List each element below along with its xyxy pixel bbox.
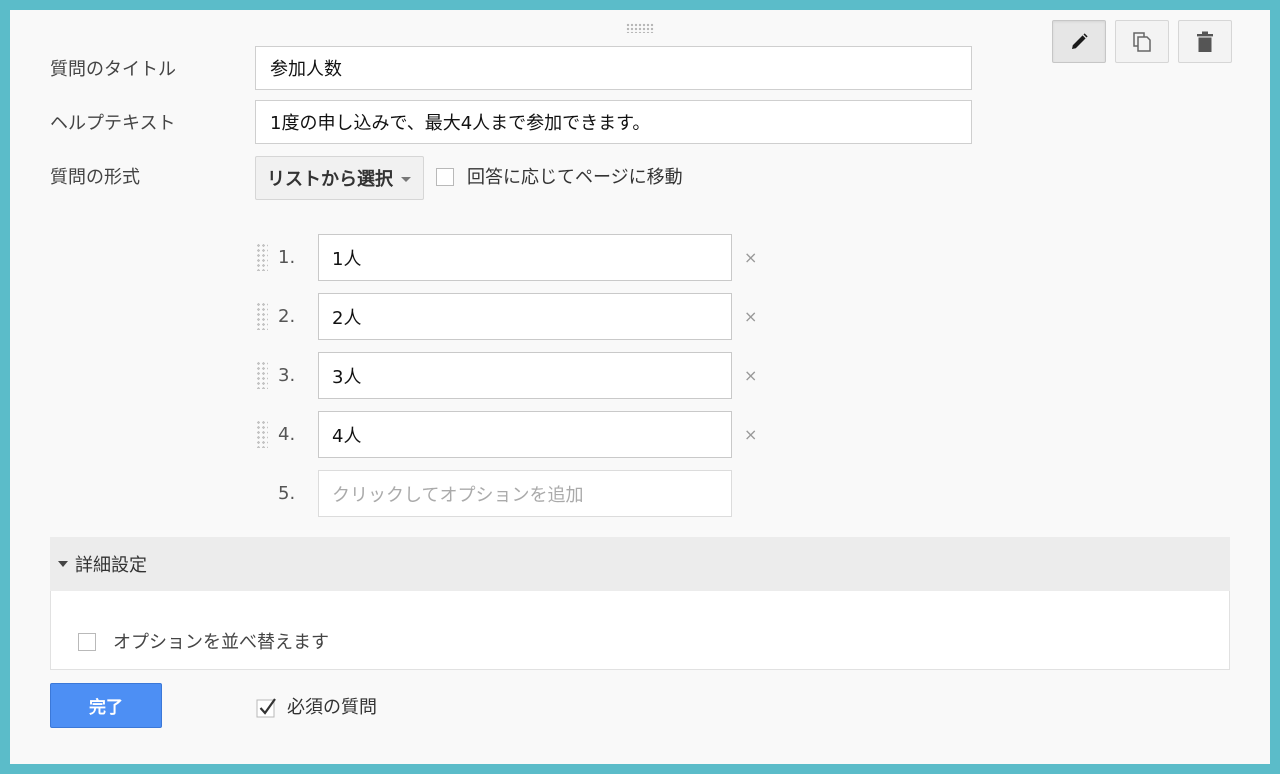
option-input[interactable]: 3人 [318, 352, 732, 399]
remove-option-icon[interactable]: × [744, 366, 757, 385]
shuffle-options-label: オプションを並べ替えます [113, 632, 329, 653]
drag-handle-icon[interactable] [256, 302, 268, 330]
title-input[interactable]: 参加人数 [255, 46, 972, 90]
triangle-down-icon [58, 561, 68, 567]
remove-option-icon[interactable]: × [744, 248, 757, 267]
done-button[interactable]: 完了 [50, 683, 162, 728]
remove-option-icon[interactable]: × [744, 425, 757, 444]
add-option-input[interactable]: クリックしてオプションを追加 [318, 470, 732, 517]
goto-page-checkbox[interactable] [436, 168, 454, 186]
delete-button[interactable] [1178, 20, 1232, 63]
option-number: 2. [278, 306, 296, 327]
title-label: 質問のタイトル [50, 59, 176, 80]
drag-handle-icon[interactable] [256, 243, 268, 271]
duplicate-button[interactable] [1115, 20, 1169, 63]
advanced-settings-body: オプションを並べ替えます [50, 591, 1230, 670]
option-number: 4. [278, 424, 296, 445]
option-input[interactable]: 1人 [318, 234, 732, 281]
help-text-label: ヘルプテキスト [50, 113, 176, 134]
question-type-value: リストから選択 [267, 169, 393, 190]
drag-handle-icon[interactable] [626, 23, 654, 33]
option-number: 1. [278, 247, 296, 268]
option-number: 3. [278, 365, 296, 386]
copy-icon [1133, 31, 1151, 52]
remove-option-icon[interactable]: × [744, 307, 757, 326]
goto-page-label: 回答に応じてページに移動 [467, 167, 683, 188]
add-option-number: 5. [278, 483, 296, 504]
drag-handle-icon[interactable] [256, 361, 268, 389]
shuffle-options-checkbox[interactable] [78, 633, 96, 651]
question-edit-panel: 質問のタイトル 参加人数 ヘルプテキスト 1度の申し込みで、最大4人まで参加でき… [10, 10, 1270, 764]
trash-icon [1197, 31, 1213, 52]
help-text-input[interactable]: 1度の申し込みで、最大4人まで参加できます。 [255, 100, 972, 144]
advanced-settings-title: 詳細設定 [75, 555, 147, 576]
chevron-down-icon [401, 176, 411, 182]
required-question-label: 必須の質問 [287, 697, 377, 718]
advanced-settings-toggle[interactable]: 詳細設定 [50, 537, 1230, 591]
question-type-label: 質問の形式 [50, 167, 140, 188]
pencil-icon [1072, 32, 1088, 49]
question-type-select[interactable]: リストから選択 [255, 156, 424, 200]
option-input[interactable]: 4人 [318, 411, 732, 458]
option-input[interactable]: 2人 [318, 293, 732, 340]
required-checkbox[interactable] [256, 696, 278, 718]
drag-handle-icon[interactable] [256, 420, 268, 448]
edit-button[interactable] [1052, 20, 1106, 63]
